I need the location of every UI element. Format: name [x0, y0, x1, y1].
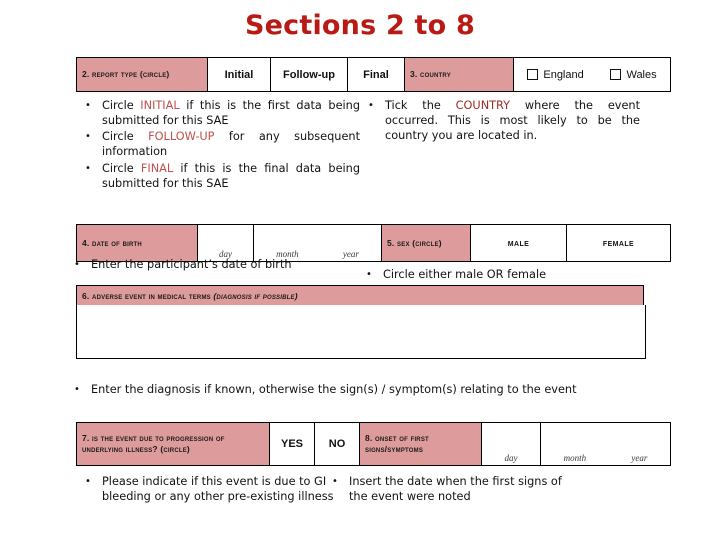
bullet-list-dob: • Enter the participant’s date of birth — [74, 257, 374, 273]
bullet-highlight: FINAL — [140, 161, 174, 175]
slide-root: Sections 2 to 8 2. Report type (circle) … — [0, 0, 720, 540]
country-checkbox-group: England Wales — [514, 58, 670, 91]
form-row-adverse-event: 6. Adverse event in medical terms (diagn… — [76, 285, 644, 307]
bullet-text: Please indicate if this event is due to … — [102, 475, 334, 504]
list-item: • Circle FINAL if this is the final data… — [85, 161, 360, 191]
cell-onset-label: 8. Onset of first signs/symptoms — [359, 422, 482, 466]
cell-option-final[interactable]: Final — [347, 57, 405, 92]
onset-day-label: day — [504, 453, 518, 463]
list-item: • Tick the COUNTRY where the event occur… — [368, 98, 640, 143]
cell-option-initial[interactable]: Initial — [207, 57, 271, 92]
bullet-dot-icon: • — [74, 384, 80, 395]
cell-option-no[interactable]: NO — [314, 422, 360, 466]
bullet-list-country: • Tick the COUNTRY where the event occur… — [368, 98, 640, 144]
adverse-event-label-main: 6. Adverse event in medical terms — [82, 290, 214, 301]
bullet-dot-icon: • — [74, 259, 80, 270]
bullet-dot-icon: • — [85, 162, 91, 174]
bullet-highlight: INITIAL — [140, 99, 180, 112]
checkbox-icon[interactable] — [527, 69, 539, 80]
cell-onset-day[interactable]: day — [481, 422, 541, 466]
table-row: 4. Date of birth day month year 5. Sex (… — [76, 224, 671, 262]
bullet-highlight: FOLLOW-UP — [148, 130, 215, 144]
onset-month-year-labels: month year — [541, 453, 670, 463]
list-item: • Insert the date when the first signs o… — [332, 474, 564, 504]
checkbox-england-label: England — [543, 68, 584, 81]
cell-adverse-event-label: 6. Adverse event in medical terms (diagn… — [76, 285, 644, 307]
bullet-text: Circle either male OR female — [383, 268, 547, 281]
bullet-list-adverse-event: • Enter the diagnosis if known, otherwis… — [74, 382, 634, 398]
form-row-report-type-country: 2. Report type (circle) Initial Follow-u… — [76, 57, 671, 92]
cell-dob-label: 4. Date of birth — [76, 224, 198, 262]
bullet-text: Circle FINAL if this is the final data b… — [102, 161, 360, 190]
cell-report-type-label: 2. Report type (circle) — [76, 57, 208, 92]
bullet-highlight: COUNTRY — [455, 99, 511, 112]
onset-day-labels: day — [482, 453, 540, 463]
bullet-list-progression: • Please indicate if this event is due t… — [85, 474, 335, 505]
bullet-dot-icon: • — [85, 100, 91, 111]
form-row-progression-onset: 7. Is the event due to progression of un… — [76, 422, 671, 466]
onset-month-label: month — [563, 453, 587, 463]
bullet-list-onset: • Insert the date when the first signs o… — [332, 474, 564, 505]
bullet-text: Enter the diagnosis if known, otherwise … — [91, 383, 577, 396]
cell-dob-month-year[interactable]: month year — [253, 224, 382, 262]
cell-option-yes[interactable]: YES — [269, 422, 315, 466]
bullet-dot-icon: • — [332, 476, 338, 487]
bullet-text: Circle INITIAL if this is the first data… — [102, 99, 360, 128]
bullet-dot-icon: • — [368, 100, 374, 111]
cell-country-label: 3. Country — [404, 57, 514, 92]
adverse-event-answer-box[interactable] — [76, 305, 646, 359]
cell-dob-day[interactable]: day — [197, 224, 254, 262]
list-item: • Circle either male OR female — [366, 267, 636, 282]
bullet-dot-icon: • — [85, 131, 91, 143]
bullet-dot-icon: • — [366, 269, 372, 280]
bullet-dot-icon: • — [85, 476, 91, 487]
table-row: 6. Adverse event in medical terms (diagn… — [76, 285, 644, 307]
list-item: • Circle FOLLOW-UP for any subsequent in… — [85, 129, 360, 159]
cell-onset-month-year[interactable]: month year — [540, 422, 671, 466]
cell-sex-label: 5. Sex (circle) — [381, 224, 471, 262]
table-row: 2. Report type (circle) Initial Follow-u… — [76, 57, 671, 92]
list-item: • Enter the participant’s date of birth — [74, 257, 374, 272]
page-title: Sections 2 to 8 — [245, 10, 475, 41]
list-item: • Enter the diagnosis if known, otherwis… — [74, 382, 634, 397]
list-item: • Please indicate if this event is due t… — [85, 474, 335, 504]
bullet-list-report-type: • Circle INITIAL if this is the first da… — [85, 98, 360, 192]
adverse-event-label-italic: (diagnosis if possible) — [213, 290, 298, 301]
checkbox-wales-label: Wales — [626, 68, 657, 81]
bullet-text: Circle FOLLOW-UP for any subsequent info… — [102, 130, 360, 159]
table-row: 7. Is the event due to progression of un… — [76, 422, 671, 466]
cell-option-male[interactable]: Male — [470, 224, 567, 262]
bullet-text: Enter the participant’s date of birth — [91, 258, 292, 271]
bullet-text: Insert the date when the first signs of … — [349, 475, 562, 504]
cell-progression-label: 7. Is the event due to progression of un… — [76, 422, 270, 466]
list-item: • Circle INITIAL if this is the first da… — [85, 98, 360, 128]
bullet-list-sex: • Circle either male OR female — [366, 267, 636, 283]
cell-country-options: England Wales — [513, 57, 671, 92]
bullet-text: Tick the COUNTRY where the event occurre… — [385, 99, 640, 143]
cell-option-follow-up[interactable]: Follow-up — [270, 57, 348, 92]
checkbox-england[interactable]: England — [527, 68, 584, 81]
onset-year-label: year — [631, 453, 648, 463]
cell-option-female[interactable]: Female — [566, 224, 671, 262]
checkbox-wales[interactable]: Wales — [610, 68, 657, 81]
checkbox-icon[interactable] — [610, 69, 622, 80]
